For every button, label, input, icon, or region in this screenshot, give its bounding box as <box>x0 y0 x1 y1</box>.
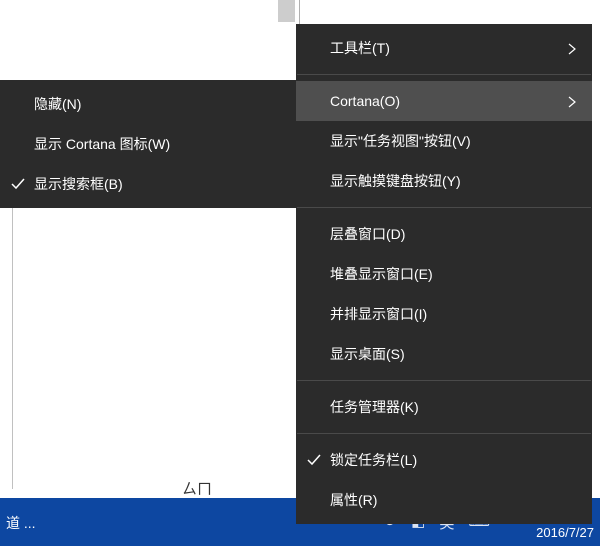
menu-item-label: 任务管理器(K) <box>330 397 419 417</box>
menu-item-label: 显示"任务视图"按钮(V) <box>330 131 471 151</box>
menu-separator <box>297 433 591 434</box>
menu-item-label: 显示 Cortana 图标(W) <box>34 134 170 154</box>
menu-item-toolbars[interactable]: 工具栏(T) <box>296 28 592 68</box>
cortana-submenu: 隐藏(N) 显示 Cortana 图标(W) 显示搜索框(B) <box>0 80 300 208</box>
submenu-item-show-search-box[interactable]: 显示搜索框(B) <box>0 164 300 204</box>
menu-item-cortana[interactable]: Cortana(O) <box>296 81 592 121</box>
check-icon <box>10 176 26 192</box>
menu-item-show-desktop[interactable]: 显示桌面(S) <box>296 334 592 374</box>
menu-item-cascade[interactable]: 层叠窗口(D) <box>296 214 592 254</box>
menu-separator <box>297 207 591 208</box>
menu-item-label: 显示搜索框(B) <box>34 174 123 194</box>
taskbar-date: 2016/7/27 <box>536 525 594 540</box>
scrollbar-stub[interactable] <box>278 0 295 22</box>
submenu-item-hidden[interactable]: 隐藏(N) <box>0 84 300 124</box>
menu-item-label: 锁定任务栏(L) <box>330 450 417 470</box>
menu-item-label: 堆叠显示窗口(E) <box>330 264 433 284</box>
menu-item-label: 隐藏(N) <box>34 94 81 114</box>
menu-item-properties[interactable]: 属性(R) <box>296 480 592 520</box>
menu-separator <box>297 74 591 75</box>
check-icon <box>306 452 322 468</box>
menu-item-label: 并排显示窗口(I) <box>330 304 427 324</box>
menu-item-lock-taskbar[interactable]: 锁定任务栏(L) <box>296 440 592 480</box>
menu-item-label: Cortana(O) <box>330 93 400 109</box>
menu-separator <box>297 380 591 381</box>
chevron-right-icon <box>566 95 578 107</box>
menu-item-label: 属性(R) <box>330 490 377 510</box>
menu-item-side-by-side[interactable]: 并排显示窗口(I) <box>296 294 592 334</box>
taskbar-title-fragment[interactable]: 道 ... <box>6 513 36 533</box>
background-text: ㄙㄇ <box>182 478 212 499</box>
taskbar-context-menu: 工具栏(T) Cortana(O) 显示"任务视图"按钮(V) 显示触摸键盘按钮… <box>296 24 592 524</box>
menu-item-show-task-view[interactable]: 显示"任务视图"按钮(V) <box>296 121 592 161</box>
chevron-right-icon <box>566 42 578 54</box>
menu-item-label: 显示桌面(S) <box>330 344 405 364</box>
menu-item-show-touch-keyboard[interactable]: 显示触摸键盘按钮(Y) <box>296 161 592 201</box>
menu-item-task-manager[interactable]: 任务管理器(K) <box>296 387 592 427</box>
menu-item-label: 工具栏(T) <box>330 38 390 58</box>
background-panel <box>12 204 298 489</box>
menu-item-stacked[interactable]: 堆叠显示窗口(E) <box>296 254 592 294</box>
menu-item-label: 显示触摸键盘按钮(Y) <box>330 171 461 191</box>
menu-item-label: 层叠窗口(D) <box>330 224 405 244</box>
submenu-item-show-cortana-icon[interactable]: 显示 Cortana 图标(W) <box>0 124 300 164</box>
